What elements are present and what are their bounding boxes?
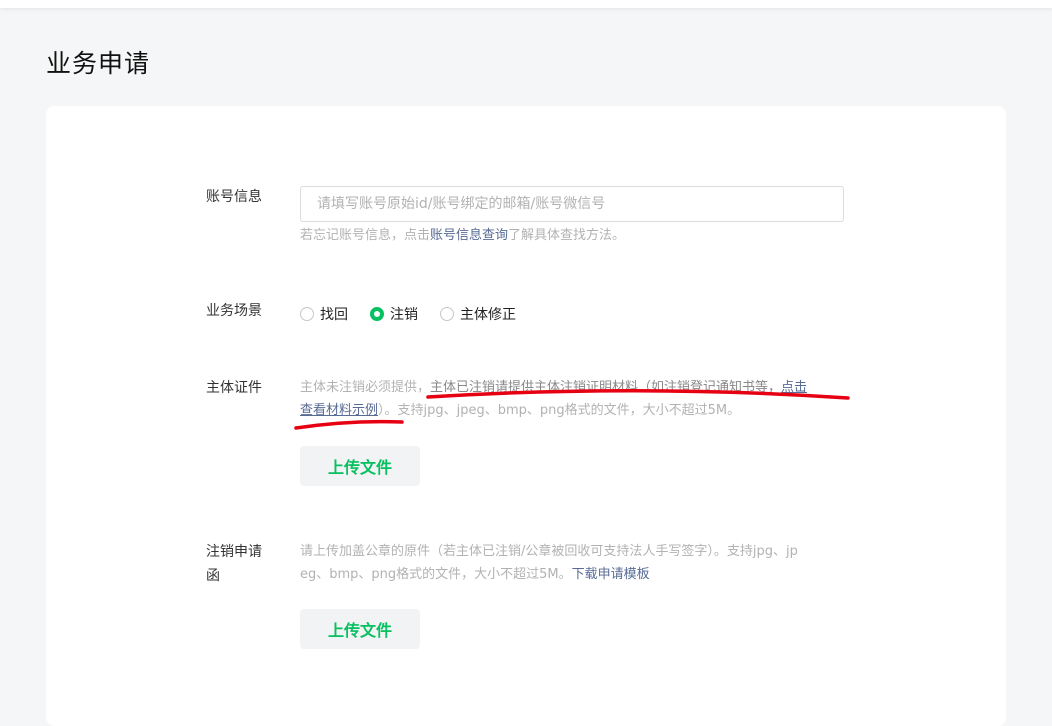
account-hint-prefix: 若忘记账号信息，点击 <box>300 228 431 243</box>
letter-hint-text: eg、bmp、png格式的文件，大小不超过5M。 <box>300 567 572 582</box>
radio-checked-icon <box>370 307 384 321</box>
certificate-label: 主体证件 <box>206 380 262 396</box>
radio-cancel-label: 注销 <box>390 307 418 323</box>
page-title: 业务申请 <box>46 49 151 78</box>
radio-entity-correction-label: 主体修正 <box>460 307 516 323</box>
radio-circle-icon <box>300 307 314 321</box>
scenario-radio-group: 找回 注销 主体修正 <box>300 304 538 324</box>
radio-entity-correction[interactable]: 主体修正 <box>440 304 516 324</box>
account-hint-suffix: 了解具体查找方法。 <box>508 228 626 243</box>
account-hint: 若忘记账号信息，点击账号信息查询了解具体查找方法。 <box>300 224 625 248</box>
account-label: 账号信息 <box>206 189 262 205</box>
account-field[interactable] <box>300 186 844 222</box>
radio-recover-label: 找回 <box>320 307 348 323</box>
account-lookup-link[interactable]: 账号信息查询 <box>430 228 508 243</box>
scenario-label: 业务场景 <box>206 303 262 319</box>
annotation-stroke-2 <box>294 419 404 430</box>
letter-hint-line2: eg、bmp、png格式的文件，大小不超过5M。下载申请模板 <box>300 563 650 587</box>
letter-label-line2: 函 <box>206 568 220 584</box>
upload-letter-button[interactable]: 上传文件 <box>300 609 420 649</box>
radio-circle-icon <box>440 307 454 321</box>
letter-label-line1: 注销申请 <box>206 544 262 560</box>
radio-cancel[interactable]: 注销 <box>370 304 418 324</box>
annotation-stroke-1 <box>426 388 850 400</box>
red-annotation-lines <box>294 388 850 430</box>
account-input[interactable] <box>301 187 843 221</box>
download-template-link[interactable]: 下载申请模板 <box>572 567 650 582</box>
upload-certificate-button[interactable]: 上传文件 <box>300 446 420 486</box>
radio-recover[interactable]: 找回 <box>300 304 348 324</box>
top-bar <box>0 0 1052 8</box>
letter-hint-line1: 请上传加盖公章的原件（若主体已注销/公章被回收可支持法人手写签字）。支持jpg、… <box>300 544 798 559</box>
